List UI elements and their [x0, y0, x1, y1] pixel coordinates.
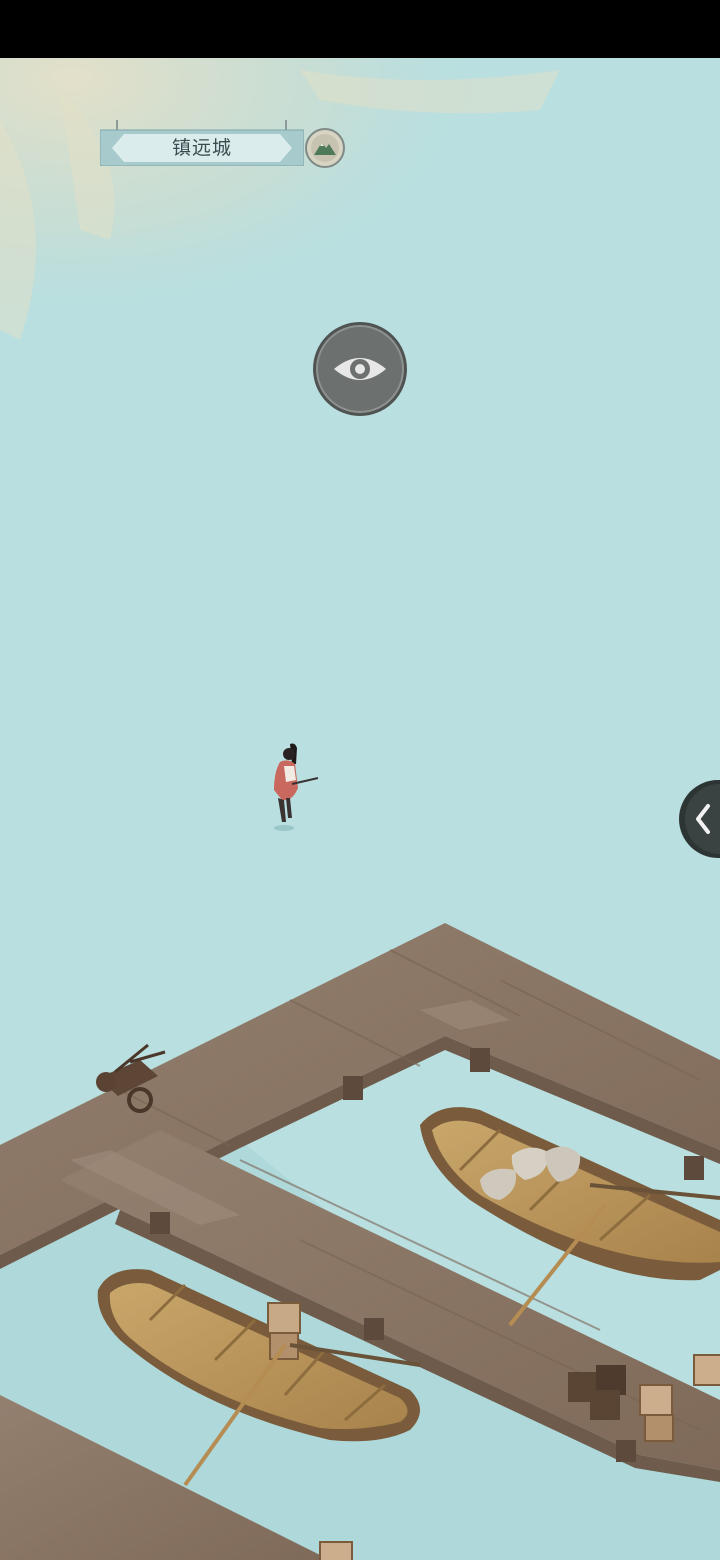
- map-button[interactable]: [305, 128, 345, 168]
- location-name: 镇远城: [171, 137, 232, 159]
- side-panel-toggle[interactable]: [678, 780, 720, 858]
- chevron-left-icon: [679, 780, 720, 858]
- view-toggle-button[interactable]: [312, 321, 408, 417]
- mountain-map-icon: [305, 128, 345, 168]
- world-map: [0, 58, 720, 1560]
- game-world[interactable]: [0, 58, 720, 1560]
- player-character[interactable]: [262, 742, 322, 832]
- status-bar: [0, 0, 720, 58]
- location-banner: 镇远城: [100, 120, 304, 166]
- eye-icon: [313, 322, 407, 416]
